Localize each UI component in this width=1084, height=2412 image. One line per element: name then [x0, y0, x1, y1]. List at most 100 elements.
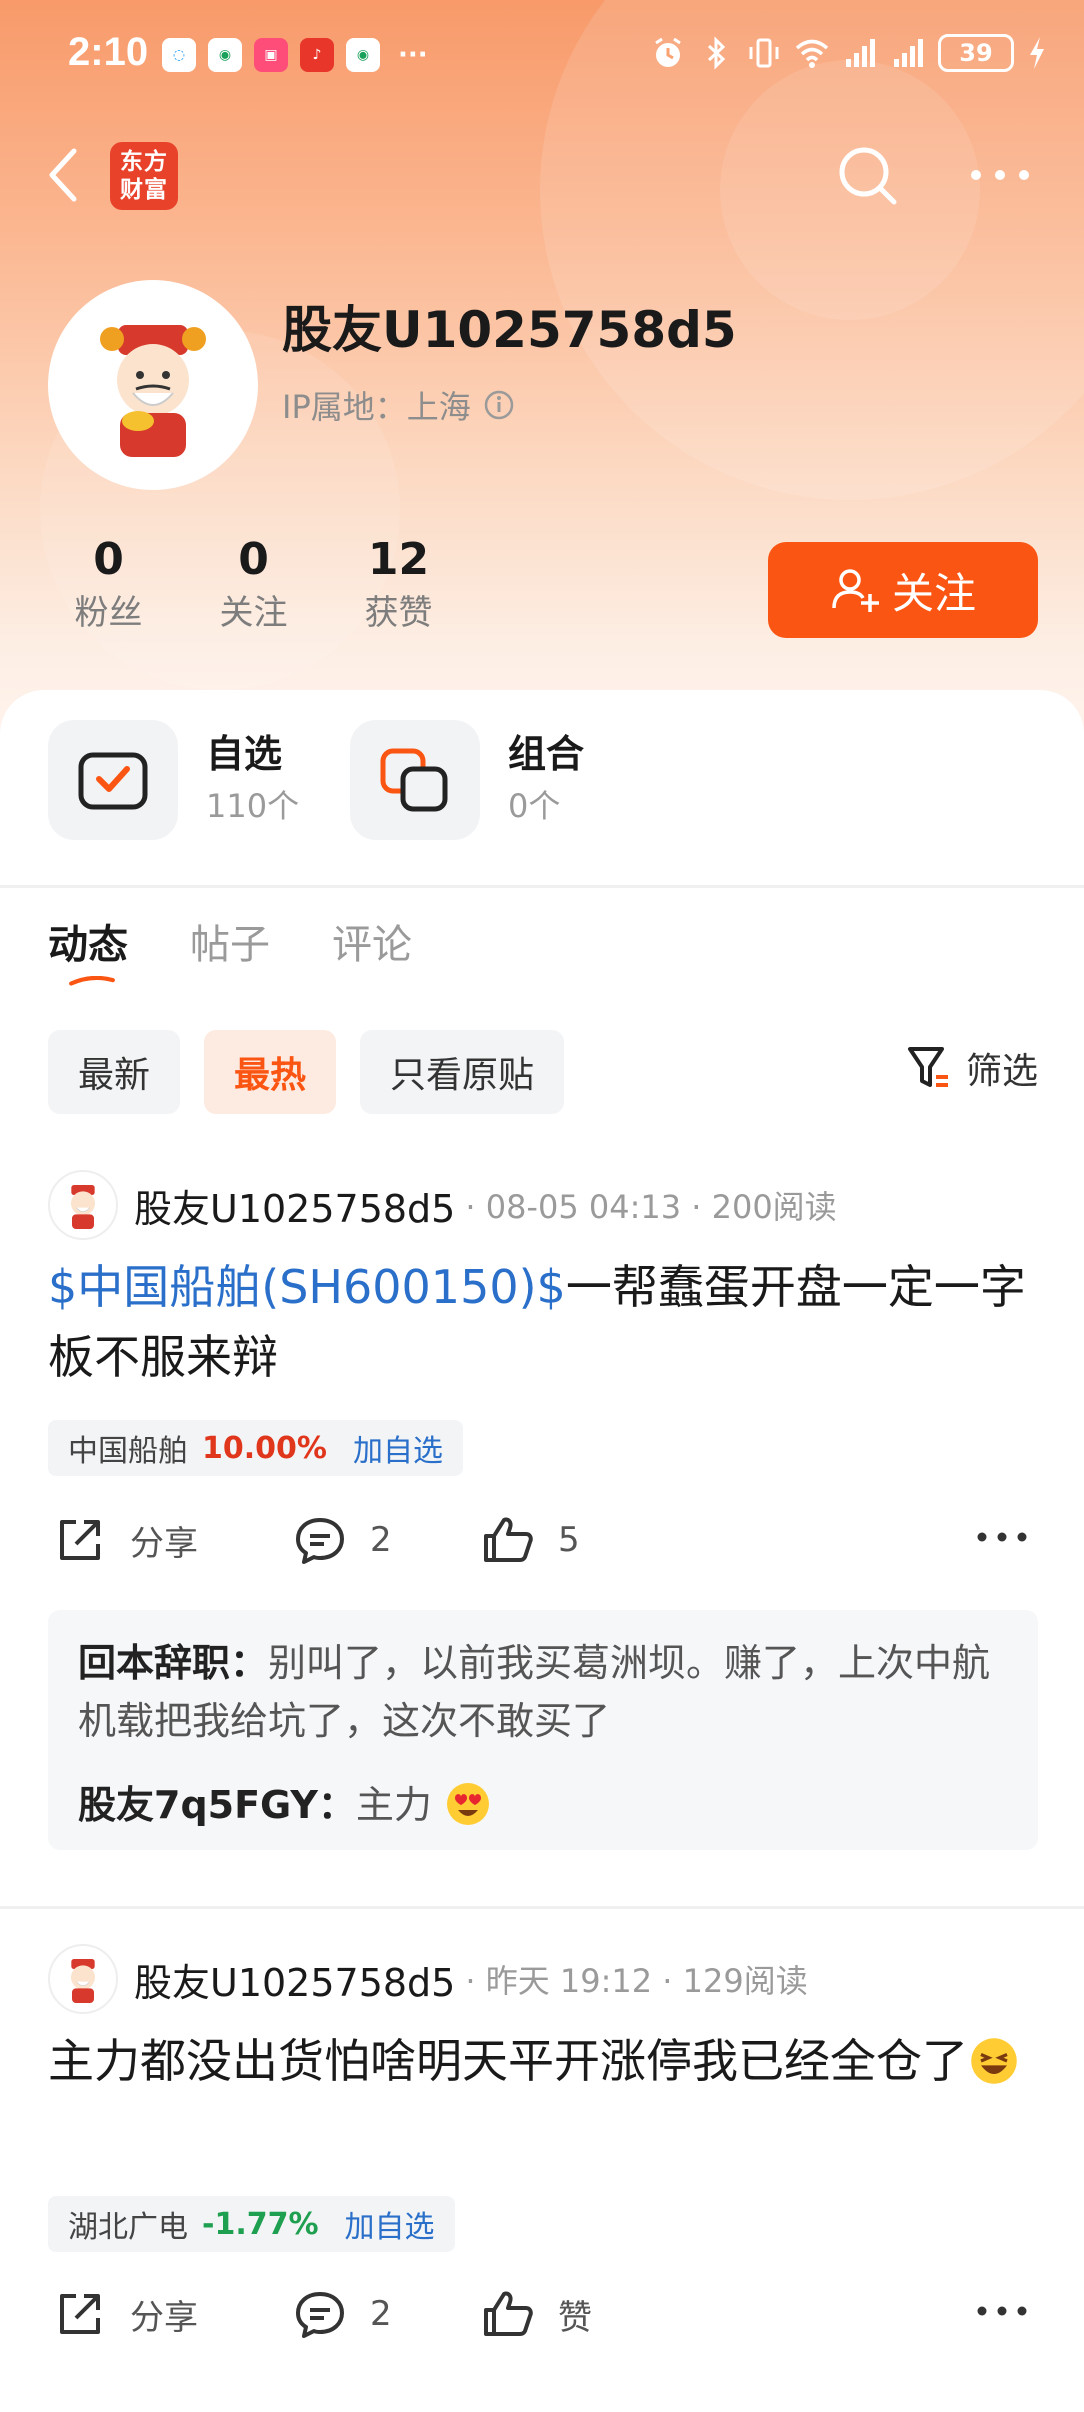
share-label: 分享: [130, 1523, 198, 1564]
more-icon[interactable]: [968, 160, 1032, 190]
add-watchlist-link[interactable]: 加自选: [345, 2202, 435, 2246]
stat-value: 0: [93, 534, 124, 585]
share-button[interactable]: 分享: [52, 1512, 198, 1568]
follow-button[interactable]: 关注: [768, 542, 1038, 638]
stock-change: -1.77%: [202, 2206, 319, 2242]
tab-activity[interactable]: 动态: [48, 912, 128, 970]
comment-button[interactable]: 2: [292, 1512, 392, 1568]
post-meta: · 昨天 19:12 · 129阅读: [465, 1962, 808, 2000]
comment-author[interactable]: 回本辞职：: [78, 1641, 268, 1685]
filter-original-only[interactable]: 只看原贴: [360, 1030, 565, 1114]
ip-location-label: IP属地：上海: [282, 388, 471, 426]
follow-label: 关注: [891, 569, 976, 617]
more-notifications-icon: ···: [398, 40, 428, 70]
comment-author[interactable]: 股友7q5FGY：: [78, 1783, 356, 1827]
like-label: 赞: [558, 2297, 592, 2338]
share-label: 分享: [130, 2297, 198, 2338]
ip-location: IP属地：上海: [282, 382, 515, 428]
comment-icon: [296, 2292, 344, 2338]
bilibili-icon: ▣: [254, 38, 288, 72]
comment-button[interactable]: 2: [292, 2286, 392, 2342]
god-of-wealth-avatar-image: [100, 325, 206, 457]
like-button[interactable]: 赞: [480, 2286, 592, 2342]
post-text: 主力都没出货怕啥明天平开涨停我已经全仓了: [48, 2034, 968, 2088]
post-author[interactable]: 股友U1025758d5: [134, 1952, 455, 2007]
add-watchlist-link[interactable]: 加自选: [353, 1426, 443, 1470]
portfolio-title: 组合: [508, 732, 585, 776]
bluetooth-icon: [707, 36, 726, 70]
post-meta: · 08-05 04:13 · 200阅读: [465, 1188, 837, 1226]
watchlist-icon: [48, 720, 178, 840]
comment-count: 2: [370, 2294, 392, 2334]
mobile-app-icon: ◉: [346, 38, 380, 72]
charging-icon: [1030, 37, 1044, 69]
comment-count: 2: [370, 1520, 392, 1560]
watchlist-title: 自选: [206, 732, 283, 776]
watchlist-count: 110个: [206, 787, 300, 825]
more-icon[interactable]: [974, 1522, 1030, 1552]
stat-followers[interactable]: 0 粉丝: [36, 532, 181, 638]
post-header: 股友U1025758d5 · 08-05 04:13 · 200阅读: [48, 1170, 837, 1240]
like-button[interactable]: 5: [480, 1512, 580, 1568]
stat-following[interactable]: 0 关注: [181, 532, 326, 638]
filter-latest[interactable]: 最新: [48, 1030, 181, 1114]
quick-entries: 自选 110个 组合 0个: [48, 720, 652, 840]
comment-icon: [296, 1518, 344, 1564]
thumbs-up-icon: [484, 2291, 533, 2336]
post-header: 股友U1025758d5 · 昨天 19:12 · 129阅读: [48, 1944, 808, 2014]
comment-preview[interactable]: 回本辞职：别叫了，以前我买葛洲坝。赚了，上次中航机载把我给坑了，这次不敢买了 股…: [48, 1610, 1038, 1850]
content-card: 自选 110个 组合 0个 动态 帖子 评论 最新 最热 只看原贴 筛选 股友U…: [0, 690, 1084, 2412]
chat-app-icon: ◌: [162, 38, 196, 72]
search-icon[interactable]: [832, 140, 902, 210]
avatar[interactable]: [48, 280, 258, 490]
back-icon[interactable]: [44, 145, 84, 205]
stat-label: 获赞: [364, 593, 433, 633]
stock-tag[interactable]: 中国船舶 10.00% 加自选: [48, 1420, 463, 1476]
stat-value: 12: [367, 534, 430, 585]
more-icon[interactable]: [974, 2296, 1030, 2326]
author-avatar[interactable]: [48, 1170, 118, 1240]
username: 股友U1025758d5: [282, 301, 737, 359]
watchlist-entry[interactable]: 自选 110个: [48, 720, 350, 840]
comment-text: 主力: [355, 1783, 432, 1827]
wifi-icon: [795, 39, 829, 68]
content-tabs: 动态 帖子 评论: [48, 912, 412, 970]
stat-likes[interactable]: 12 获赞: [326, 532, 471, 638]
info-icon[interactable]: [483, 389, 515, 421]
filter-hot[interactable]: 最热: [204, 1030, 337, 1114]
filter-button[interactable]: 筛选: [906, 1042, 1038, 1094]
thumbs-up-icon: [484, 1517, 533, 1562]
post-actions: 分享 2 5: [48, 1512, 1038, 1582]
portfolio-icon: [350, 720, 480, 840]
stock-link[interactable]: $中国船舶(SH600150)$: [48, 1260, 566, 1314]
share-button[interactable]: 分享: [52, 2286, 198, 2342]
post-author[interactable]: 股友U1025758d5: [134, 1178, 455, 1233]
divider: [0, 1906, 1084, 1909]
signal-icon: [894, 39, 923, 67]
mobile-app-icon: ◉: [208, 38, 242, 72]
post-content[interactable]: $中国船舶(SH600150)$一帮蠢蛋开盘一定一字板不服来辩: [48, 1252, 1038, 1392]
share-icon: [60, 1520, 100, 1560]
profile-stats: 0 粉丝 0 关注 12 获赞: [36, 532, 471, 638]
stock-name: 中国船舶: [68, 1434, 188, 1469]
post-content[interactable]: 主力都没出货怕啥明天平开涨停我已经全仓了: [48, 2026, 1038, 2096]
stat-label: 粉丝: [74, 593, 143, 633]
sort-filters: 最新 最热 只看原贴: [48, 1030, 565, 1114]
signal-icon: [846, 39, 875, 67]
stock-tag[interactable]: 湖北广电 -1.77% 加自选: [48, 2196, 455, 2252]
system-icons: 39: [650, 34, 1048, 72]
portfolio-count: 0个: [508, 787, 561, 825]
audio-app-icon: ♪: [300, 38, 334, 72]
portfolio-entry[interactable]: 组合 0个: [350, 720, 652, 840]
heart-eyes-emoji-icon: [447, 1783, 490, 1825]
stat-label: 关注: [219, 593, 288, 633]
stock-change: 10.00%: [202, 1430, 327, 1466]
filter-icon: [907, 1047, 948, 1087]
status-time: 2:10: [68, 30, 149, 74]
tab-posts[interactable]: 帖子: [190, 912, 270, 970]
comment-item: 股友7q5FGY：主力: [78, 1776, 1008, 1834]
status-bar: 2:10 ◌ ◉ ▣ ♪ ◉ ··· 39: [0, 0, 1084, 110]
author-avatar[interactable]: [48, 1944, 118, 2014]
tab-comments[interactable]: 评论: [332, 912, 412, 970]
active-tab-indicator: [69, 976, 115, 986]
